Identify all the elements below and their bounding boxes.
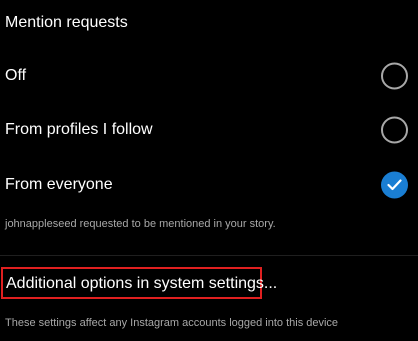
radio-unchecked-icon[interactable] bbox=[381, 62, 408, 90]
checkmark-icon bbox=[387, 179, 402, 191]
option-off-label: Off bbox=[5, 67, 27, 84]
footer-note: These settings affect any Instagram acco… bbox=[5, 317, 339, 329]
option-from-everyone[interactable]: From everyone bbox=[0, 163, 418, 207]
radio-unchecked-icon[interactable] bbox=[381, 116, 408, 144]
radio-checked-icon[interactable] bbox=[381, 171, 408, 199]
option-off[interactable]: Off bbox=[0, 54, 418, 98]
option-from-everyone-label: From everyone bbox=[5, 176, 113, 193]
additional-options-label: Additional options in system settings... bbox=[6, 275, 278, 292]
section-title: Mention requests bbox=[5, 14, 128, 31]
divider bbox=[0, 255, 418, 256]
option-from-profiles-i-follow-label: From profiles I follow bbox=[5, 121, 153, 138]
mention-example-caption: johnappleseed requested to be mentioned … bbox=[5, 218, 276, 230]
option-from-profiles-i-follow[interactable]: From profiles I follow bbox=[0, 108, 418, 152]
additional-options-system-settings-link[interactable]: Additional options in system settings... bbox=[1, 267, 277, 299]
